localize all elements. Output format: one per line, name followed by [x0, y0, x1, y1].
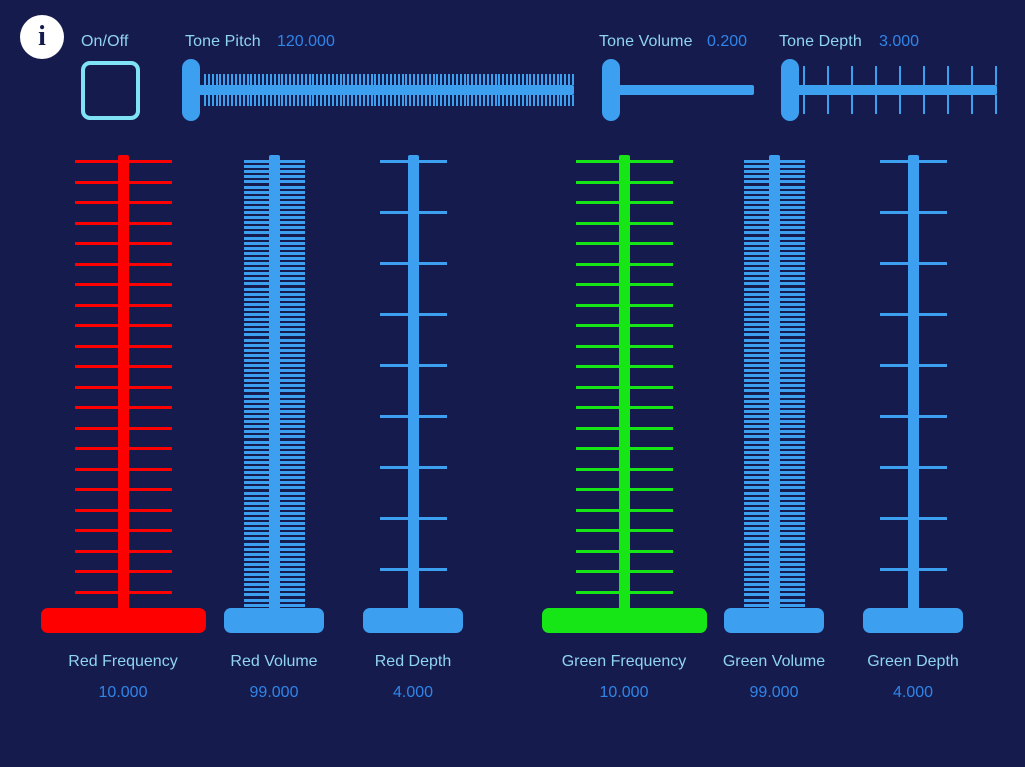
green-frequency-thumb[interactable] [541, 608, 707, 633]
red-frequency-track[interactable] [117, 155, 129, 622]
tone-depth-label: Tone Depth [779, 33, 862, 50]
green-volume-track[interactable] [768, 155, 780, 622]
onoff-label: On/Off [81, 33, 129, 50]
red-frequency-thumb[interactable] [40, 608, 206, 633]
green-depth-label: Green Depth [867, 653, 959, 670]
green-volume-slider[interactable]: Green Volume 99.000 [694, 155, 854, 713]
red-volume-value: 99.000 [249, 684, 299, 701]
red-depth-track[interactable] [407, 155, 419, 622]
tone-depth-track[interactable] [797, 85, 997, 95]
onoff-checkbox[interactable] [81, 61, 140, 120]
green-volume-value: 99.000 [749, 684, 799, 701]
tone-volume-slider[interactable] [602, 59, 754, 121]
tone-volume-label: Tone Volume [599, 33, 693, 50]
tone-pitch-track[interactable] [198, 85, 574, 95]
tone-pitch-label: Tone Pitch [185, 33, 261, 50]
red-frequency-slider[interactable]: Red Frequency 10.000 [23, 155, 223, 713]
red-depth-slider[interactable]: Red Depth 4.000 [333, 155, 493, 713]
info-icon[interactable]: i [20, 15, 64, 59]
tone-volume-thumb[interactable] [602, 59, 620, 121]
tone-depth-thumb[interactable] [781, 59, 799, 121]
green-depth-slider[interactable]: Green Depth 4.000 [833, 155, 993, 713]
green-depth-track[interactable] [907, 155, 919, 622]
info-icon-glyph: i [38, 21, 46, 52]
red-depth-label: Red Depth [374, 653, 452, 670]
green-volume-label: Green Volume [722, 653, 826, 670]
red-volume-slider[interactable]: Red Volume 99.000 [194, 155, 354, 713]
tone-pitch-slider[interactable] [182, 59, 574, 121]
tone-pitch-value: 120.000 [277, 33, 335, 50]
tone-depth-slider[interactable] [781, 59, 997, 121]
tone-depth-value: 3.000 [879, 33, 920, 50]
red-volume-track[interactable] [268, 155, 280, 622]
red-depth-value: 4.000 [392, 684, 434, 701]
red-depth-thumb[interactable] [363, 608, 463, 633]
red-volume-thumb[interactable] [224, 608, 324, 633]
green-depth-thumb[interactable] [863, 608, 963, 633]
green-frequency-track[interactable] [618, 155, 630, 622]
green-depth-value: 4.000 [892, 684, 934, 701]
red-volume-label: Red Volume [230, 653, 318, 670]
red-frequency-label: Red Frequency [68, 653, 178, 670]
control-panel: i On/Off Tone Pitch 120.000 Tone Volume … [0, 0, 1025, 767]
green-volume-thumb[interactable] [724, 608, 824, 633]
tone-volume-track[interactable] [618, 85, 754, 95]
tone-pitch-thumb[interactable] [182, 59, 200, 121]
tone-volume-value: 0.200 [707, 33, 748, 50]
red-frequency-value: 10.000 [98, 684, 148, 701]
